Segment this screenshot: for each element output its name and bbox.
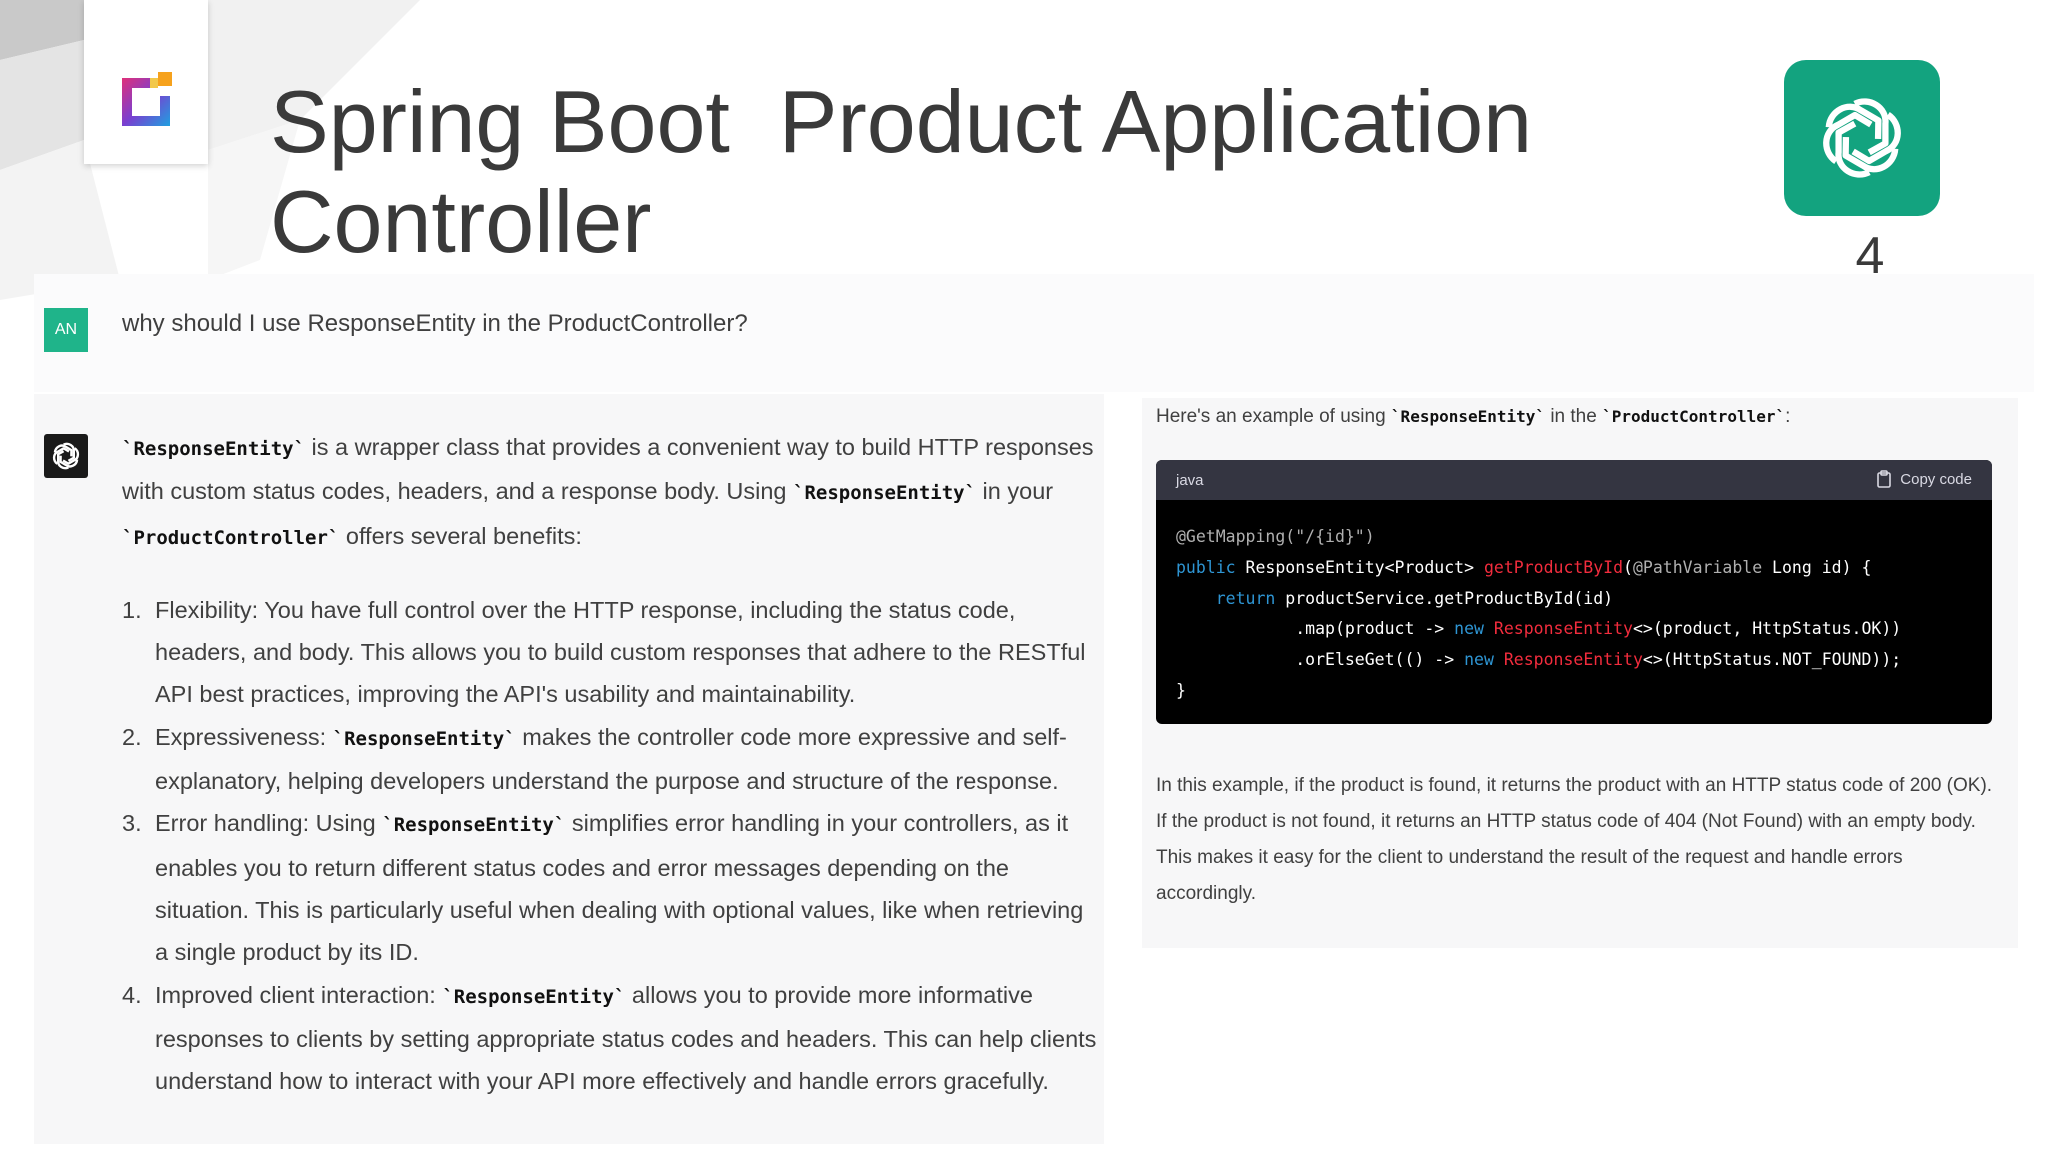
code-token: .map(product -> [1176, 619, 1455, 639]
code-language-label: java [1176, 472, 1204, 489]
list-number: 3. [122, 810, 142, 837]
code-block: java Copy code @GetMapping("/{id}") publ… [1156, 460, 1992, 724]
code-token: .orElseGet(() -> [1176, 650, 1465, 670]
slide-title: Spring Boot Product Application Controll… [270, 72, 1557, 271]
list-text: Expressiveness: [155, 723, 333, 750]
code-token: ResponseEntity<Product> [1235, 557, 1484, 577]
code-token: @GetMapping("/{id}") [1176, 527, 1375, 546]
code-token: @PathVariable [1632, 557, 1763, 577]
user-message: AN why should I use ResponseEntity in th… [34, 274, 2034, 392]
inline-code: `ResponseEntity` [442, 985, 626, 1008]
copy-code-label: Copy code [1900, 470, 1972, 488]
code-token: <>(product, HttpStatus.OK)) [1632, 619, 1902, 639]
assistant-avatar [44, 434, 88, 478]
example-explanation: In this example, if the product is found… [1156, 775, 1993, 904]
code-token: new [1454, 619, 1484, 639]
list-item: 1. Flexibility: You have full control ov… [122, 589, 1097, 716]
openai-logo-icon [52, 442, 80, 470]
example-intro-text: Here's an example of using [1156, 406, 1391, 427]
example-intro: Here's an example of using `ResponseEnti… [1156, 406, 1790, 428]
inline-code: `ResponseEntity` [122, 438, 306, 460]
code-token: new [1464, 650, 1494, 670]
list-item: 3. Error handling: Using `ResponseEntity… [122, 802, 1097, 973]
list-item: 2. Expressiveness: `ResponseEntity` make… [122, 716, 1097, 803]
openai-badge [1784, 60, 1940, 216]
inline-code: `ResponseEntity` [793, 482, 977, 505]
openai-logo-icon [1823, 98, 1901, 178]
inline-code: `ResponseEntity` [382, 814, 566, 837]
code-token: <>(HttpStatus.NOT_FOUND)); [1642, 650, 1902, 670]
code-token: getProductById [1483, 557, 1624, 577]
example-message: Here's an example of using `ResponseEnti… [1142, 398, 2018, 948]
answer-text: offers several benefits: [339, 522, 582, 549]
code-token: ResponseEntity [1503, 650, 1643, 670]
answer-body: `ResponseEntity` is a wrapper class that… [122, 426, 1097, 1102]
list-number: 4. [122, 981, 142, 1008]
code-token: Long id) { [1762, 557, 1872, 577]
list-text: Improved client interaction: [155, 981, 443, 1008]
brand-logo-icon [122, 72, 172, 126]
inline-code: `ProductController` [122, 526, 340, 549]
answer-text: in your [976, 478, 1054, 505]
brand-logo-card [84, 0, 208, 164]
example-intro-text: in the [1545, 406, 1603, 427]
answer-intro: `ResponseEntity` is a wrapper class that… [122, 426, 1097, 559]
code-token: ResponseEntity [1493, 619, 1633, 639]
code-token: productService.getProductById(id) [1275, 588, 1614, 608]
slide-number: 4 [1855, 227, 1885, 285]
list-item: 4. Improved client interaction: `Respons… [122, 974, 1097, 1103]
code-token: ( [1623, 557, 1633, 577]
example-intro-text: : [1785, 406, 1791, 427]
user-avatar: AN [44, 308, 88, 352]
assistant-message: `ResponseEntity` is a wrapper class that… [34, 394, 1104, 1144]
benefits-list: 1. Flexibility: You have full control ov… [122, 589, 1097, 1103]
inline-code: `ResponseEntity` [332, 727, 516, 750]
inline-code: `ProductController` [1602, 407, 1786, 426]
inline-code: `ResponseEntity` [1390, 407, 1546, 426]
code-content: @GetMapping("/{id}") public ResponseEnti… [1156, 500, 1992, 724]
list-text: Flexibility: You have full control over … [155, 596, 1086, 708]
code-token: } [1176, 680, 1186, 700]
code-block-header: java Copy code [1156, 460, 1992, 500]
list-text: Error handling: Using [155, 810, 383, 837]
code-token: return [1215, 588, 1276, 608]
code-token: public [1176, 557, 1236, 577]
clipboard-icon [1877, 470, 1892, 488]
user-question: why should I use ResponseEntity in the P… [122, 310, 748, 337]
copy-code-button[interactable]: Copy code [1876, 470, 1972, 488]
list-number: 1. [122, 596, 142, 623]
list-number: 2. [122, 723, 142, 750]
